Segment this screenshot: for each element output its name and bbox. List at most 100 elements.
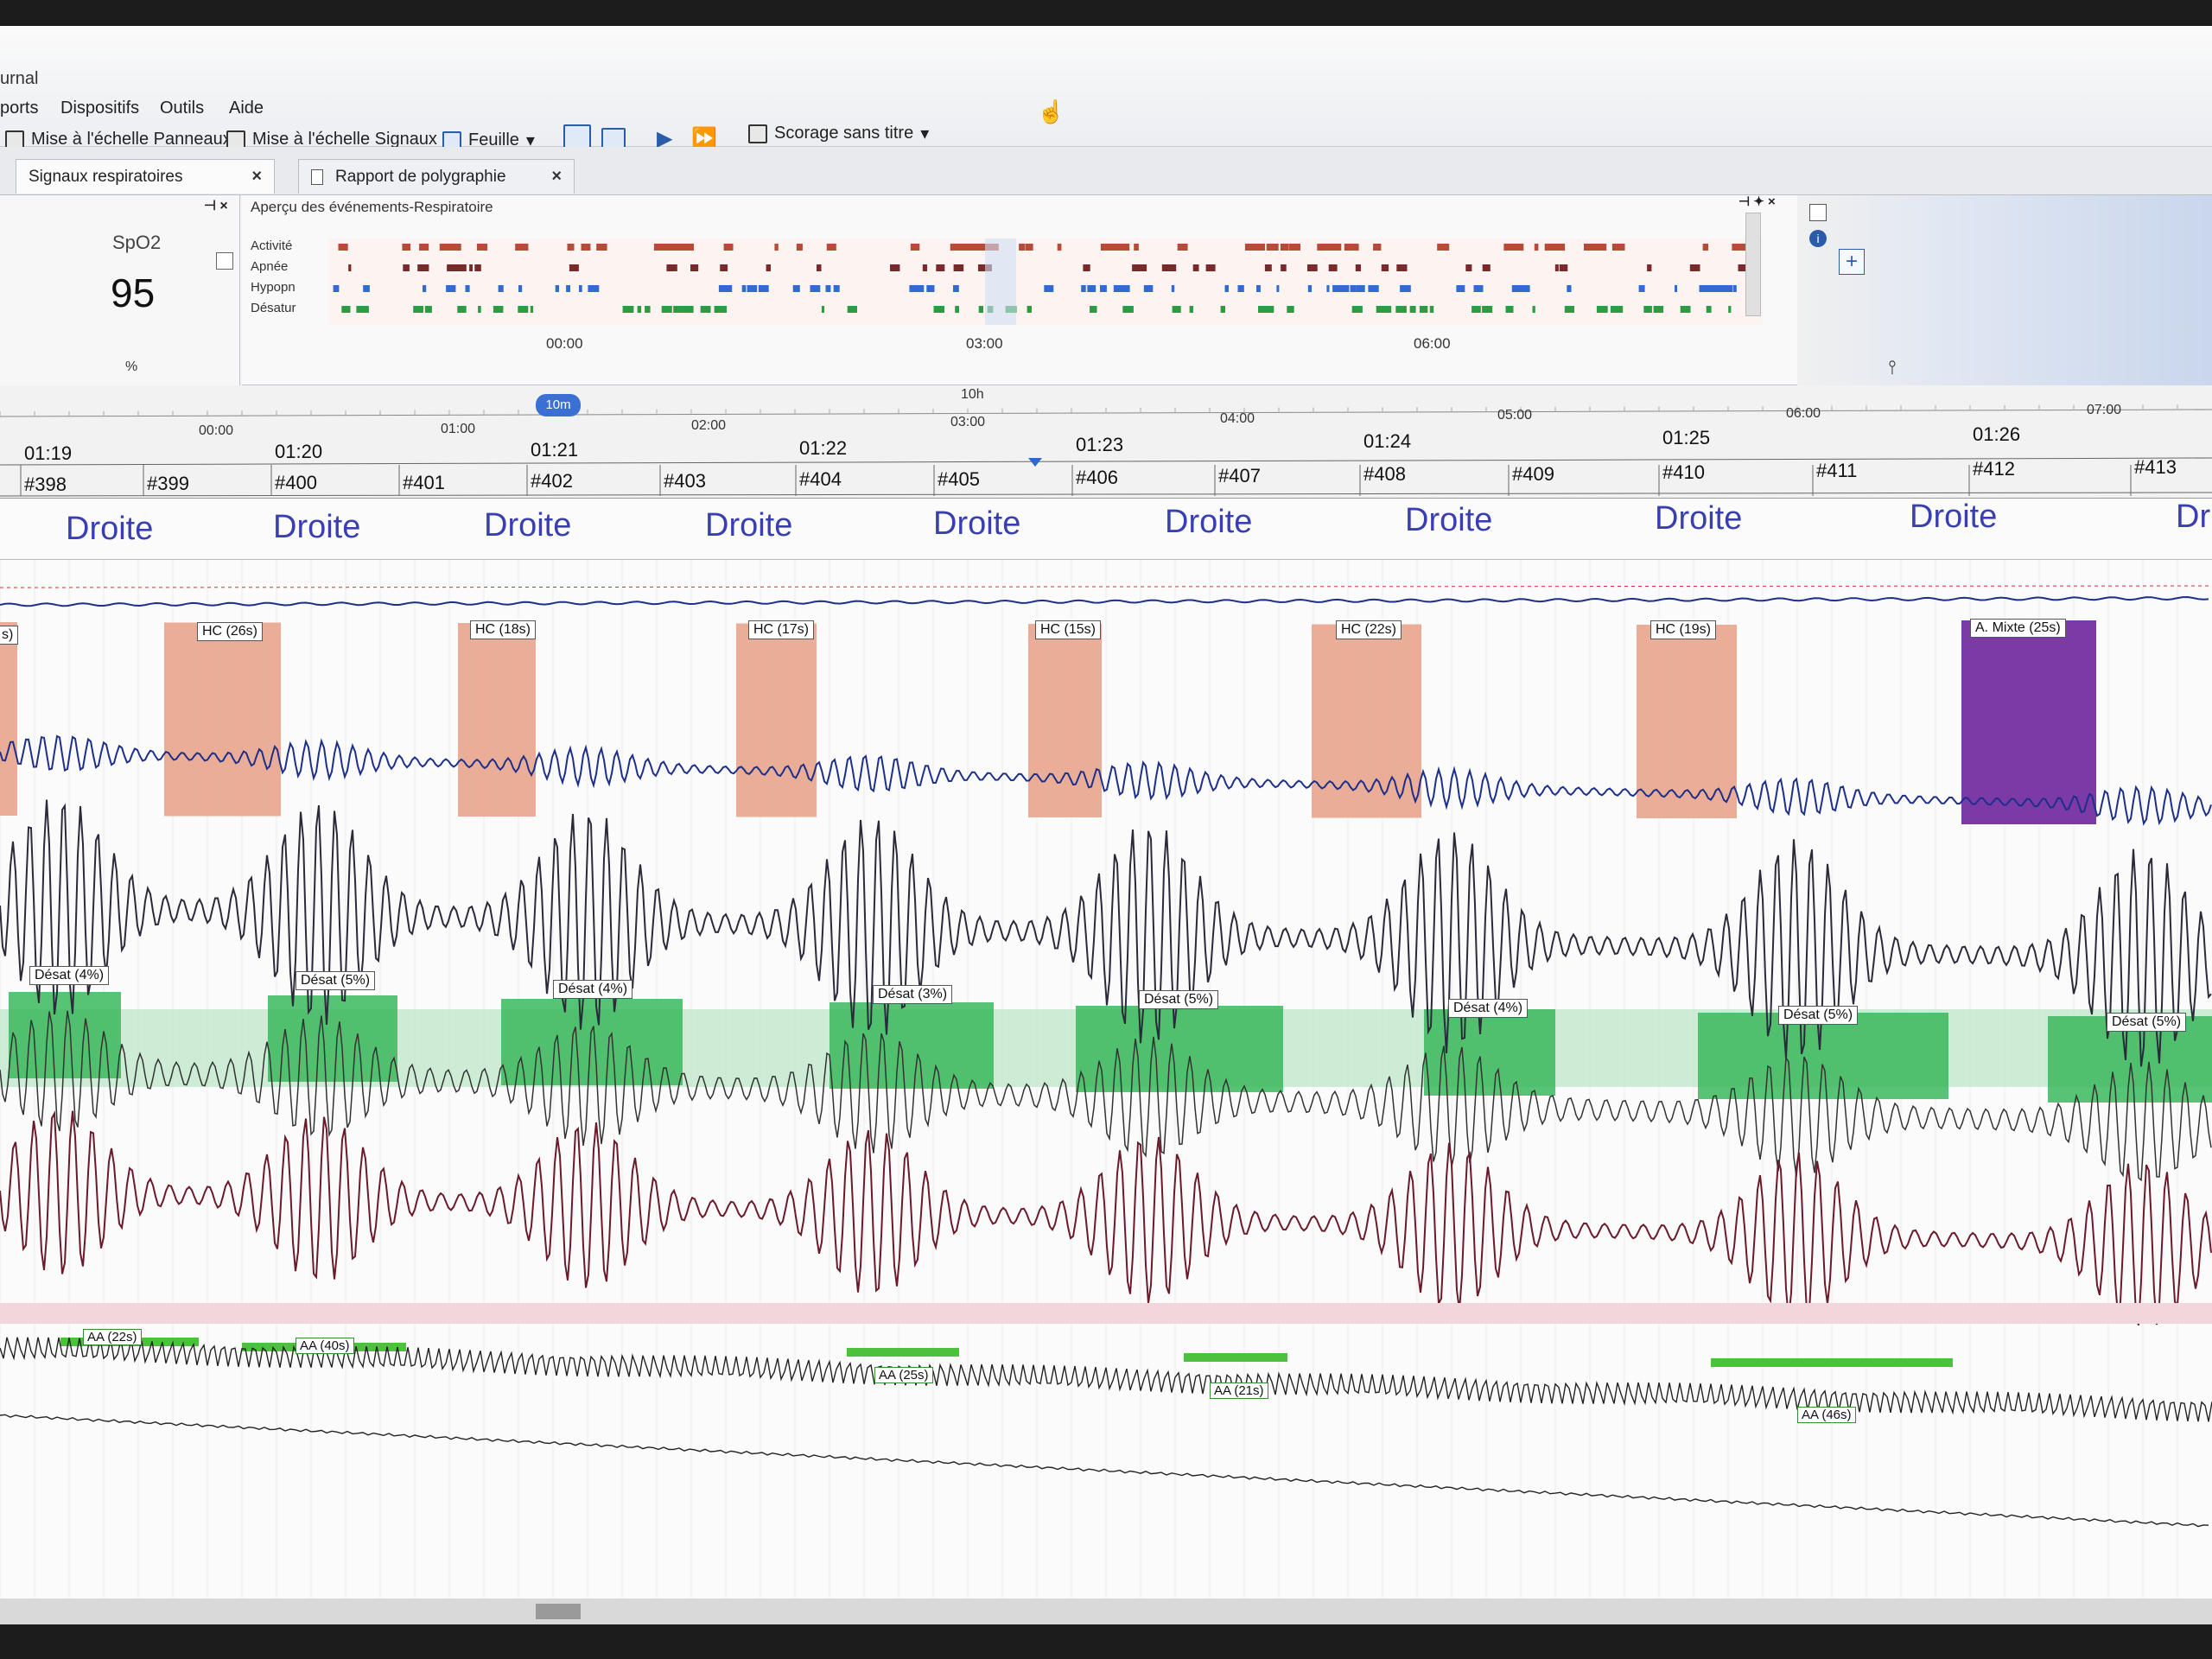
hypopnea-event-label[interactable]: HC (19s) xyxy=(1650,620,1717,639)
layout-split-button[interactable] xyxy=(601,128,626,149)
edit-icon[interactable] xyxy=(1809,204,1827,221)
time-window-badge[interactable]: 10m xyxy=(536,394,581,416)
tab-respiratory-signals[interactable]: Signaux respiratoires × xyxy=(16,159,275,194)
side-toolbar: i + xyxy=(1797,195,2212,385)
epoch-number[interactable]: #410 xyxy=(1662,461,1705,484)
epoch-number[interactable]: #408 xyxy=(1363,463,1406,486)
overview-event-mark xyxy=(821,306,825,313)
scoring-dropdown[interactable]: Scorage sans titre ▾ xyxy=(748,123,929,144)
hypopnea-event-label[interactable]: HC (18s) xyxy=(470,620,537,639)
chevron-down-icon: ▾ xyxy=(920,124,930,143)
overview-event-tracks[interactable] xyxy=(328,238,1763,325)
overview-event-mark xyxy=(758,285,769,292)
overview-event-mark xyxy=(833,285,840,292)
epoch-number[interactable]: #400 xyxy=(275,472,317,494)
overview-event-mark xyxy=(1356,285,1365,292)
overview-event-mark xyxy=(596,244,607,251)
epoch-number[interactable]: #399 xyxy=(147,473,189,495)
epoch-number[interactable]: #398 xyxy=(24,474,67,496)
ruler-hour-0: 00:00 xyxy=(199,423,234,438)
desaturation-event-label[interactable]: Désat (3%) xyxy=(873,985,953,1004)
epoch-number[interactable]: #407 xyxy=(1218,465,1261,487)
arousal-event-label[interactable]: AA (46s) xyxy=(1797,1407,1856,1423)
pointer-tool-button[interactable]: ☝ xyxy=(1037,99,1065,125)
hypopnea-event-box xyxy=(164,622,281,817)
menu-devices[interactable]: Dispositifs xyxy=(60,99,139,118)
overview-event-mark xyxy=(741,285,747,292)
overview-event-mark xyxy=(424,306,430,313)
desaturation-event-label[interactable]: Désat (5%) xyxy=(1778,1006,1859,1025)
add-icon[interactable]: + xyxy=(1839,249,1865,275)
pin-icon[interactable]: ⊣ × xyxy=(204,197,228,214)
edit-icon[interactable] xyxy=(216,252,233,270)
desaturation-event-label[interactable]: Désat (5%) xyxy=(2107,1013,2187,1032)
epoch-number[interactable]: #405 xyxy=(938,468,980,491)
arousal-event-label[interactable]: AA (22s) xyxy=(83,1329,142,1345)
overview-event-mark xyxy=(1482,306,1493,313)
desaturation-event-label[interactable]: Désat (5%) xyxy=(296,971,376,990)
menu-tools[interactable]: Outils xyxy=(160,99,204,118)
epoch-number[interactable]: #402 xyxy=(531,470,573,493)
epoch-number[interactable]: #406 xyxy=(1076,467,1118,489)
overview-event-mark xyxy=(1332,285,1342,292)
overview-event-mark xyxy=(1471,306,1481,313)
menu-help[interactable]: Aide xyxy=(229,99,264,118)
hypopnea-event-box xyxy=(0,622,17,816)
close-icon[interactable]: × xyxy=(551,167,562,187)
desaturation-event-label[interactable]: Désat (4%) xyxy=(553,980,633,999)
epoch-number[interactable]: #412 xyxy=(1973,458,2015,480)
hypopnea-event-label[interactable]: HC (22s) xyxy=(1336,620,1402,639)
menu-reports[interactable]: ports xyxy=(0,99,38,118)
position-label: Droite xyxy=(1655,500,1743,537)
mixed-apnea-event-label[interactable]: A. Mixte (25s) xyxy=(1970,619,2066,638)
overview-event-mark xyxy=(477,244,488,251)
desaturation-event-label[interactable]: Désat (4%) xyxy=(1448,999,1529,1018)
overview-event-mark xyxy=(1400,285,1404,292)
overview-event-mark xyxy=(792,285,800,292)
overview-event-mark xyxy=(1280,244,1289,251)
menu-bar: urnal ports Dispositifs Outils Aide Mise… xyxy=(0,26,2212,150)
overview-event-mark xyxy=(956,264,964,271)
position-marker-icon[interactable]: ⫯ xyxy=(1888,356,1897,378)
hypopnea-event-label[interactable]: s) xyxy=(0,626,19,645)
info-icon[interactable]: i xyxy=(1809,230,1827,247)
overview-event-mark xyxy=(658,244,675,251)
epoch-number[interactable]: #403 xyxy=(664,470,706,493)
arousal-event-label[interactable]: AA (25s) xyxy=(874,1367,933,1383)
epoch-number[interactable]: #401 xyxy=(403,472,445,494)
desaturation-event-label[interactable]: Désat (4%) xyxy=(29,966,110,985)
respiratory-traces[interactable] xyxy=(0,560,2212,1623)
tab-polygraphy-report[interactable]: Rapport de polygraphie × xyxy=(298,159,575,194)
overview-event-mark xyxy=(622,306,634,313)
overview-event-mark xyxy=(1264,264,1272,271)
panel-tab-bar: Signaux respiratoires × Rapport de polyg… xyxy=(0,147,2212,195)
scrollbar-thumb[interactable] xyxy=(536,1604,581,1619)
desaturation-event-label[interactable]: Désat (5%) xyxy=(1139,990,1219,1009)
epoch-number[interactable]: #404 xyxy=(799,468,842,491)
panel-controls-icon[interactable]: ⊣ ✦ × xyxy=(1738,194,1776,209)
hypopnea-event-label[interactable]: HC (15s) xyxy=(1035,620,1102,639)
arousal-event-label[interactable]: AA (21s) xyxy=(1210,1382,1268,1399)
position-label: Droite xyxy=(484,507,572,543)
epoch-number[interactable]: #409 xyxy=(1512,463,1554,486)
position-label: Droite xyxy=(933,505,1021,542)
overview-event-mark xyxy=(909,285,917,292)
arousal-event-label[interactable]: AA (40s) xyxy=(296,1338,354,1354)
overview-background xyxy=(328,238,1763,325)
close-icon[interactable]: × xyxy=(251,167,262,187)
overview-event-mark xyxy=(1177,244,1188,251)
hypopnea-event-label[interactable]: HC (17s) xyxy=(748,620,815,639)
overview-event-mark xyxy=(569,264,579,271)
epoch-number[interactable]: #413 xyxy=(2134,456,2177,479)
signal-canvas[interactable]: s) HC (26s) HC (18s) HC (17s) HC (15s) H… xyxy=(0,560,2212,1623)
hypopnea-event-label[interactable]: HC (26s) xyxy=(197,622,264,641)
overview-event-mark xyxy=(690,264,699,271)
overview-scrollbar[interactable] xyxy=(1745,213,1761,316)
overview-event-mark xyxy=(1689,264,1700,271)
horizontal-scrollbar[interactable] xyxy=(0,1599,2212,1624)
overview-row-activity: Activité xyxy=(251,238,293,253)
overview-event-mark xyxy=(1567,285,1572,292)
epoch-number[interactable]: #411 xyxy=(1816,460,1857,482)
desaturation-event-box xyxy=(1424,1009,1555,1096)
overview-event-mark xyxy=(817,264,822,271)
